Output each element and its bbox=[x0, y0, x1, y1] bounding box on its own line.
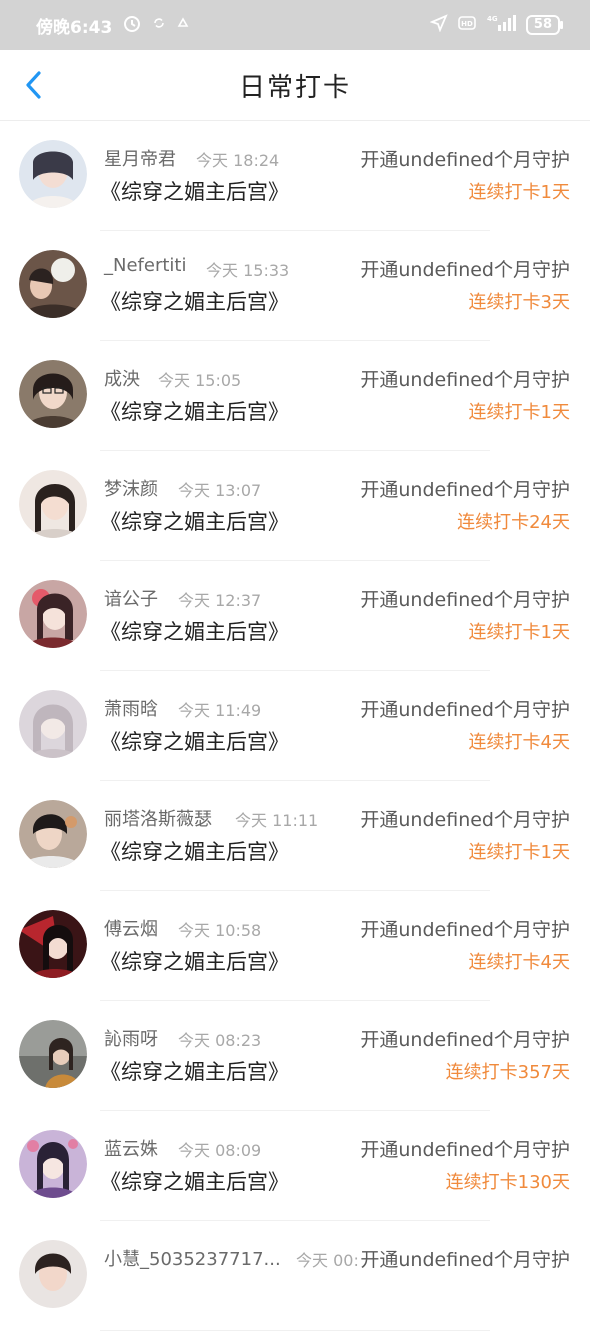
book-title: 《综穿之媚主后宫》 bbox=[100, 1170, 289, 1194]
list-item[interactable]: 訫雨呀 今天 08:23 《综穿之媚主后宫》 开通undefined个月守护 连… bbox=[0, 1001, 590, 1111]
avatar[interactable] bbox=[19, 1130, 87, 1198]
svg-text:HD: HD bbox=[461, 20, 473, 28]
guard-text: 开通undefined个月守护 bbox=[358, 145, 570, 172]
avatar[interactable] bbox=[19, 1020, 87, 1088]
avatar[interactable] bbox=[19, 470, 87, 538]
streak-text: 连续打卡357天 bbox=[445, 1062, 570, 1083]
avatar[interactable] bbox=[19, 580, 87, 648]
user-name: 蓝云姝 bbox=[104, 1139, 158, 1160]
checkin-time: 今天 11:11 bbox=[235, 811, 319, 830]
checkin-time: 今天 15:05 bbox=[158, 371, 242, 390]
list-item[interactable]: 傅云烟 今天 10:58 《综穿之媚主后宫》 开通undefined个月守护 连… bbox=[0, 891, 590, 1001]
notification-icon bbox=[176, 15, 190, 35]
guard-text: 开通undefined个月守护 bbox=[358, 585, 570, 612]
book-title: 《综穿之媚主后宫》 bbox=[100, 400, 289, 424]
user-name: 小慧_5035237717... bbox=[104, 1249, 281, 1270]
guard-text: 开通undefined个月守护 bbox=[358, 915, 570, 942]
user-name: 谙公子 bbox=[104, 589, 158, 610]
user-name: 梦沫颜 bbox=[104, 479, 158, 500]
list-item[interactable]: 星月帝君 今天 18:24 《综穿之媚主后宫》 开通undefined个月守护 … bbox=[0, 121, 590, 231]
user-name: 成泱 bbox=[104, 369, 140, 390]
user-name: 丽塔洛斯薇瑟 bbox=[104, 809, 212, 830]
avatar[interactable] bbox=[19, 910, 87, 978]
guard-text: 开通undefined个月守护 bbox=[358, 1245, 570, 1272]
avatar[interactable] bbox=[19, 690, 87, 758]
user-name: 星月帝君 bbox=[104, 149, 176, 170]
list-item[interactable]: 梦沫颜 今天 13:07 《综穿之媚主后宫》 开通undefined个月守护 连… bbox=[0, 451, 590, 561]
checkin-time: 今天 08:23 bbox=[178, 1031, 262, 1050]
status-left: 傍晚6:43 bbox=[36, 13, 190, 38]
avatar[interactable] bbox=[19, 250, 87, 318]
checkin-time: 今天 12:37 bbox=[178, 591, 262, 610]
guard-text: 开通undefined个月守护 bbox=[358, 475, 570, 502]
streak-text: 连续打卡3天 bbox=[468, 292, 570, 313]
streak-text: 连续打卡1天 bbox=[468, 182, 570, 203]
avatar[interactable] bbox=[19, 1240, 87, 1308]
checkin-time: 今天 13:07 bbox=[178, 481, 262, 500]
book-title: 《综穿之媚主后宫》 bbox=[100, 290, 289, 314]
user-name: 萧雨晗 bbox=[104, 699, 158, 720]
book-title: 《综穿之媚主后宫》 bbox=[100, 180, 289, 204]
streak-text: 连续打卡4天 bbox=[468, 732, 570, 753]
list-item[interactable]: 成泱 今天 15:05 《综穿之媚主后宫》 开通undefined个月守护 连续… bbox=[0, 341, 590, 451]
status-bar: 傍晚6:43 HD 4G 58 bbox=[0, 0, 590, 50]
list-item[interactable]: 蓝云姝 今天 08:09 《综穿之媚主后宫》 开通undefined个月守护 连… bbox=[0, 1111, 590, 1221]
avatar[interactable] bbox=[19, 140, 87, 208]
user-name: 傅云烟 bbox=[104, 919, 158, 940]
checkin-time: 今天 11:49 bbox=[178, 701, 262, 720]
checkin-list: 星月帝君 今天 18:24 《综穿之媚主后宫》 开通undefined个月守护 … bbox=[0, 121, 590, 1331]
battery-indicator: 58 bbox=[525, 15, 564, 35]
streak-text: 连续打卡1天 bbox=[468, 402, 570, 423]
user-name: _Nefertiti bbox=[104, 255, 187, 276]
list-item[interactable]: 小慧_5035237717... 今天 00:0 开通undefined个月守护 bbox=[0, 1221, 590, 1331]
avatar[interactable] bbox=[19, 360, 87, 428]
guard-text: 开通undefined个月守护 bbox=[358, 365, 570, 392]
status-right: HD 4G 58 bbox=[429, 13, 564, 38]
nav-bar: 日常打卡 bbox=[0, 50, 590, 121]
guard-text: 开通undefined个月守护 bbox=[358, 695, 570, 722]
hd-icon: HD bbox=[458, 15, 476, 36]
guard-text: 开通undefined个月守护 bbox=[358, 1025, 570, 1052]
svg-text:4G: 4G bbox=[487, 15, 498, 23]
signal-icon: 4G bbox=[486, 13, 516, 38]
list-item[interactable]: 谙公子 今天 12:37 《综穿之媚主后宫》 开通undefined个月守护 连… bbox=[0, 561, 590, 671]
alarm-icon bbox=[122, 13, 142, 38]
page-title: 日常打卡 bbox=[238, 72, 351, 103]
location-icon bbox=[429, 13, 448, 37]
book-title: 《综穿之媚主后宫》 bbox=[100, 950, 289, 974]
checkin-time: 今天 08:09 bbox=[178, 1141, 262, 1160]
status-time: 傍晚6:43 bbox=[36, 17, 113, 38]
guard-text: 开通undefined个月守护 bbox=[358, 1135, 570, 1162]
book-title: 《综穿之媚主后宫》 bbox=[100, 1060, 289, 1084]
checkin-time: 今天 18:24 bbox=[196, 151, 280, 170]
checkin-time: 今天 10:58 bbox=[178, 921, 262, 940]
guard-text: 开通undefined个月守护 bbox=[358, 255, 570, 282]
list-item[interactable]: _Nefertiti 今天 15:33 《综穿之媚主后宫》 开通undefine… bbox=[0, 231, 590, 341]
streak-text: 连续打卡1天 bbox=[468, 622, 570, 643]
streak-text: 连续打卡1天 bbox=[468, 842, 570, 863]
sync-icon bbox=[152, 15, 166, 35]
chevron-left-icon bbox=[26, 71, 41, 99]
streak-text: 连续打卡4天 bbox=[468, 952, 570, 973]
book-title: 《综穿之媚主后宫》 bbox=[100, 620, 289, 644]
checkin-time: 今天 15:33 bbox=[206, 261, 290, 280]
streak-text: 连续打卡24天 bbox=[457, 512, 570, 533]
book-title: 《综穿之媚主后宫》 bbox=[100, 730, 289, 754]
list-item[interactable]: 萧雨晗 今天 11:49 《综穿之媚主后宫》 开通undefined个月守护 连… bbox=[0, 671, 590, 781]
book-title: 《综穿之媚主后宫》 bbox=[100, 510, 289, 534]
user-name: 訫雨呀 bbox=[104, 1029, 158, 1050]
list-item[interactable]: 丽塔洛斯薇瑟 今天 11:11 《综穿之媚主后宫》 开通undefined个月守… bbox=[0, 781, 590, 891]
avatar[interactable] bbox=[19, 800, 87, 868]
book-title: 《综穿之媚主后宫》 bbox=[100, 840, 289, 864]
back-button[interactable] bbox=[18, 68, 48, 102]
streak-text: 连续打卡130天 bbox=[445, 1172, 570, 1193]
guard-text: 开通undefined个月守护 bbox=[358, 805, 570, 832]
